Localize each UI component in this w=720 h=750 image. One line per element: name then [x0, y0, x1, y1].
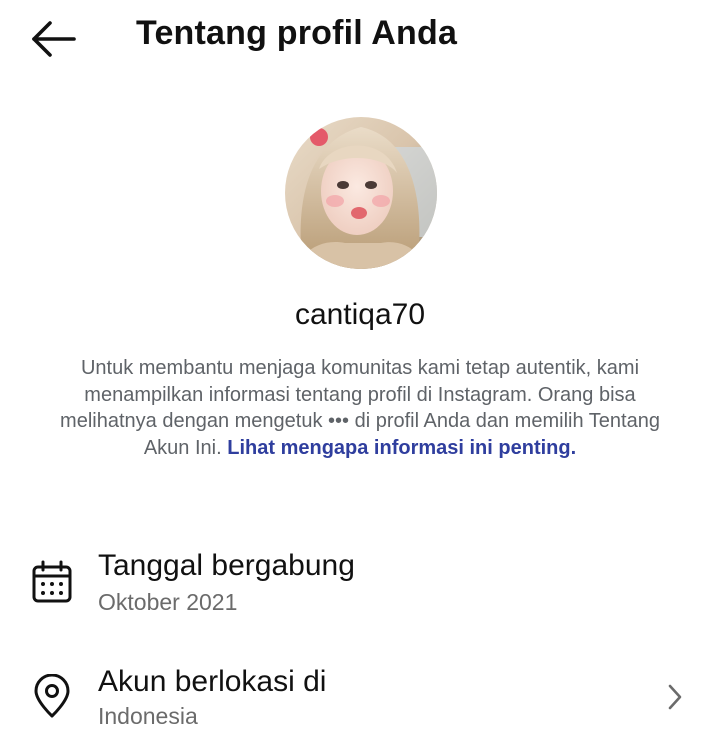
date-joined-label: Tanggal bergabung — [98, 549, 355, 582]
arrow-left-icon — [28, 18, 80, 60]
info-description: Untuk membantu menjaga komunitas kami te… — [60, 355, 660, 461]
username: cantiqa70 — [294, 298, 426, 331]
avatar — [285, 117, 437, 269]
date-joined-row: Tanggal bergabung Oktober 2021 — [0, 544, 720, 634]
date-joined-value: Oktober 2021 — [98, 589, 238, 615]
top-app-bar: Tentang profil Anda — [0, 0, 720, 80]
page-title: Tentang profil Anda — [136, 14, 458, 52]
learn-why-link[interactable]: Lihat mengapa informasi ini penting. — [227, 437, 576, 459]
location-pin-icon — [30, 674, 74, 720]
back-button[interactable] — [28, 18, 80, 60]
account-location-row[interactable]: Akun berlokasi di Indonesia — [0, 660, 720, 750]
account-location-label: Akun berlokasi di — [98, 665, 327, 698]
account-location-value: Indonesia — [98, 703, 198, 729]
calendar-icon — [30, 559, 74, 605]
chevron-right-icon — [664, 682, 686, 712]
